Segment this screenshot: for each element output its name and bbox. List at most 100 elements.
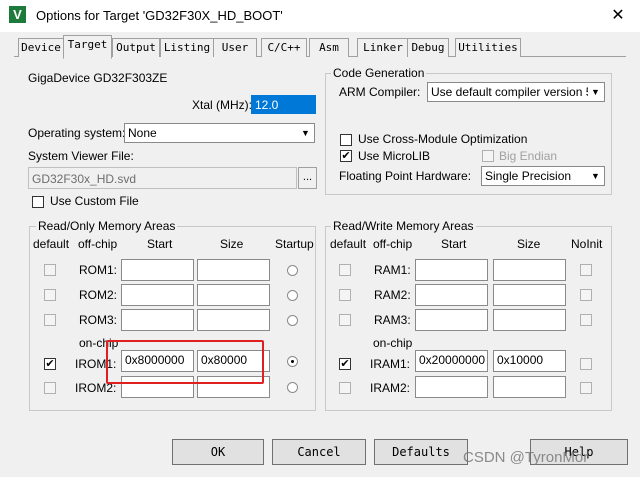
ram1-label: RAM1: — [374, 263, 411, 277]
rom3-default-checkbox[interactable] — [44, 314, 56, 326]
tab-debug[interactable]: Debug — [407, 38, 449, 57]
ram3-size-input[interactable] — [493, 309, 566, 331]
rom3-start-input[interactable] — [121, 309, 194, 331]
iram1-noinit-checkbox[interactable] — [580, 358, 592, 370]
ram1-noinit-checkbox[interactable] — [580, 264, 592, 276]
rw-header-noinit: NoInit — [571, 237, 603, 251]
rw-header-default: default — [330, 237, 367, 251]
arm-compiler-label: ARM Compiler: — [339, 85, 421, 99]
ram2-label: RAM2: — [374, 288, 411, 302]
ram3-start-input[interactable] — [415, 309, 488, 331]
big-endian-label: Big Endian — [499, 149, 558, 163]
ram1-default-checkbox[interactable] — [339, 264, 351, 276]
ro-header-size: Size — [220, 237, 244, 251]
ram3-noinit-checkbox[interactable] — [580, 314, 592, 326]
app-icon: V — [9, 6, 26, 23]
iram2-noinit-checkbox[interactable] — [580, 382, 592, 394]
fp-hardware-select[interactable]: Single Precision ▼ — [481, 166, 605, 186]
rom1-default-checkbox[interactable] — [44, 264, 56, 276]
rom2-size-input[interactable] — [197, 284, 270, 306]
ram2-size-input[interactable] — [493, 284, 566, 306]
rom1-size-input[interactable] — [197, 259, 270, 281]
code-generation-title: Code Generation — [331, 66, 427, 80]
tab-output[interactable]: Output — [112, 38, 160, 57]
tab-utilities[interactable]: Utilities — [455, 38, 521, 57]
tab-user[interactable]: User — [213, 38, 257, 57]
system-viewer-field: GD32F30x_HD.svd — [28, 167, 297, 189]
operating-system-value: None — [128, 126, 157, 140]
iram1-label: IRAM1: — [370, 357, 411, 371]
rom2-default-checkbox[interactable] — [44, 289, 56, 301]
rw-header-start: Start — [441, 237, 467, 251]
xtal-label: Xtal (MHz): — [192, 98, 252, 112]
fp-hardware-label: Floating Point Hardware: — [339, 169, 472, 183]
cancel-button[interactable]: Cancel — [272, 439, 366, 465]
iram2-start-input[interactable] — [415, 376, 488, 398]
big-endian-checkbox — [482, 150, 494, 162]
use-custom-file-label: Use Custom File — [50, 194, 139, 208]
tab-device[interactable]: Device — [18, 38, 64, 57]
chevron-down-icon: ▼ — [588, 84, 603, 100]
chevron-down-icon: ▼ — [298, 125, 313, 141]
cross-module-label: Use Cross-Module Optimization — [358, 132, 528, 146]
arm-compiler-value: Use default compiler version 5 — [431, 85, 593, 99]
rom1-label: ROM1: — [79, 263, 118, 277]
ram2-default-checkbox[interactable] — [339, 289, 351, 301]
rom1-start-input[interactable] — [121, 259, 194, 281]
browse-button: ... — [298, 167, 317, 189]
rom2-startup-radio[interactable] — [287, 290, 298, 301]
ram2-noinit-checkbox[interactable] — [580, 289, 592, 301]
rom3-size-input[interactable] — [197, 309, 270, 331]
ram3-default-checkbox[interactable] — [339, 314, 351, 326]
ram2-start-input[interactable] — [415, 284, 488, 306]
rom2-label: ROM2: — [79, 288, 118, 302]
cross-module-checkbox[interactable] — [340, 134, 352, 146]
rw-memory-title: Read/Write Memory Areas — [331, 219, 476, 233]
iram2-label: IRAM2: — [370, 381, 411, 395]
fp-hardware-value: Single Precision — [485, 169, 572, 183]
rom2-start-input[interactable] — [121, 284, 194, 306]
irom2-default-checkbox[interactable] — [44, 382, 56, 394]
rom3-label: ROM3: — [79, 313, 118, 327]
rom3-startup-radio[interactable] — [287, 315, 298, 326]
ram1-size-input[interactable] — [493, 259, 566, 281]
ram1-start-input[interactable] — [415, 259, 488, 281]
ram3-label: RAM3: — [374, 313, 411, 327]
iram1-start-input[interactable]: 0x20000000 — [415, 350, 488, 372]
operating-system-label: Operating system: — [28, 126, 126, 140]
tab-target[interactable]: Target — [63, 35, 112, 59]
rom1-startup-radio[interactable] — [287, 265, 298, 276]
window-title: Options for Target 'GD32F30X_HD_BOOT' — [36, 8, 283, 23]
iram1-size-input[interactable]: 0x10000 — [493, 350, 566, 372]
ro-header-startup: Startup — [275, 237, 314, 251]
xtal-input[interactable]: 12.0 — [251, 95, 316, 114]
iram1-default-checkbox[interactable]: ✔ — [339, 358, 351, 370]
ro-header-start: Start — [147, 237, 173, 251]
ro-header-offchip: off-chip — [78, 237, 118, 251]
device-name: GigaDevice GD32F303ZE — [28, 71, 168, 85]
operating-system-select[interactable]: None ▼ — [124, 123, 315, 143]
defaults-button[interactable]: Defaults — [374, 439, 468, 465]
ok-button[interactable]: OK — [172, 439, 264, 465]
tab-c-cpp[interactable]: C/C++ — [261, 38, 307, 57]
watermark-text: CSDN @TyronMor — [463, 449, 589, 466]
microlib-checkbox[interactable]: ✔ — [340, 150, 352, 162]
ro-header-default: default — [33, 237, 70, 251]
iram2-size-input[interactable] — [493, 376, 566, 398]
rw-header-offchip: off-chip — [373, 237, 413, 251]
highlight-box — [106, 340, 264, 384]
tab-asm[interactable]: Asm — [309, 38, 349, 57]
tab-listing[interactable]: Listing — [160, 38, 214, 57]
use-custom-file-checkbox[interactable] — [32, 196, 44, 208]
iram2-default-checkbox[interactable] — [339, 382, 351, 394]
microlib-label: Use MicroLIB — [358, 149, 431, 163]
irom1-default-checkbox[interactable]: ✔ — [44, 358, 56, 370]
system-viewer-label: System Viewer File: — [28, 149, 134, 163]
rw-header-size: Size — [517, 237, 541, 251]
tab-linker[interactable]: Linker — [357, 38, 409, 57]
irom1-startup-radio[interactable] — [287, 356, 298, 367]
rw-onchip-label: on-chip — [373, 336, 413, 350]
close-icon[interactable]: ✕ — [600, 4, 636, 28]
irom2-startup-radio[interactable] — [287, 382, 298, 393]
arm-compiler-select[interactable]: Use default compiler version 5 ▼ — [427, 82, 605, 102]
